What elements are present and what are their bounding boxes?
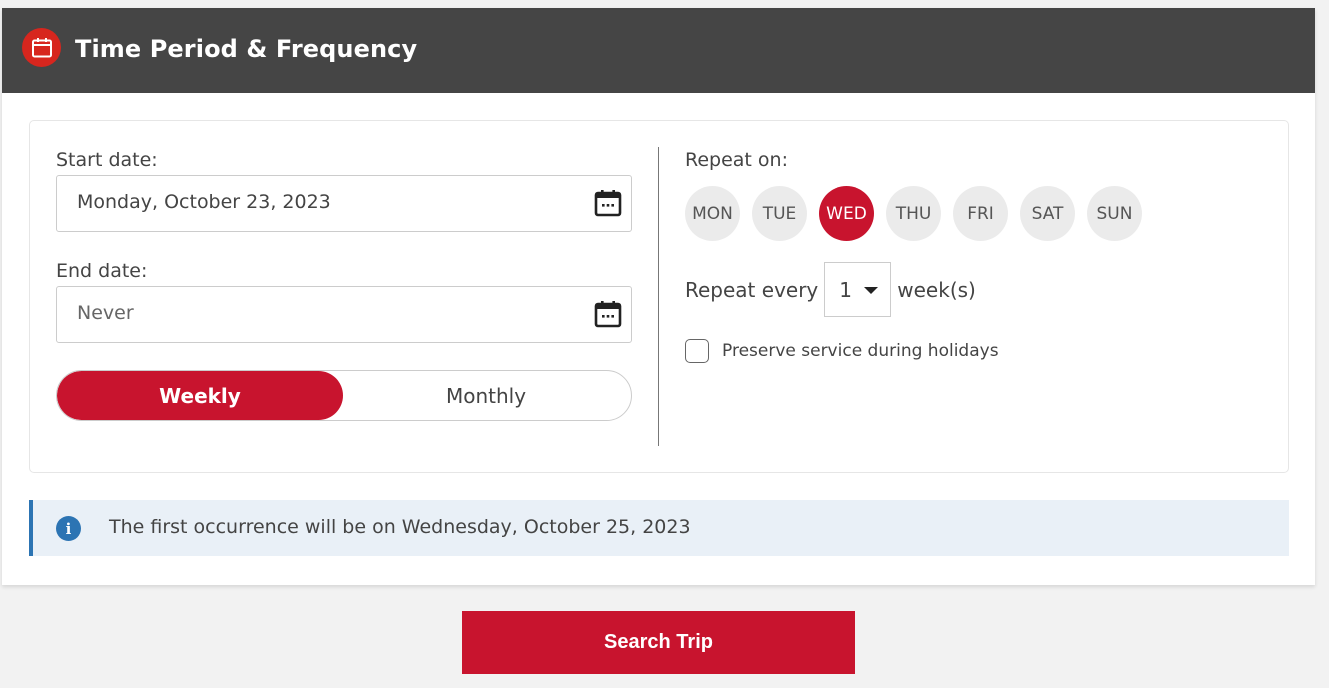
search-trip-button[interactable]: Search Trip xyxy=(462,611,855,674)
calendar-icon xyxy=(22,28,61,67)
info-message: The first occurrence will be on Wednesda… xyxy=(109,516,691,538)
repeat-every-row: Repeat every 1 week(s) xyxy=(685,262,976,317)
day-mon[interactable]: MON xyxy=(685,186,740,241)
repeat-interval-select[interactable]: 1 xyxy=(824,262,892,317)
repeat-every-label: Repeat every xyxy=(685,277,819,302)
card-header: Time Period & Frequency xyxy=(2,8,1315,93)
info-banner: i The first occurrence will be on Wednes… xyxy=(29,500,1289,556)
start-date-value: Monday, October 23, 2023 xyxy=(77,191,331,213)
section-title: Time Period & Frequency xyxy=(75,35,418,63)
day-selector: MON TUE WED THU FRI SAT SUN xyxy=(685,186,1142,241)
end-date-input[interactable]: Never xyxy=(56,286,632,343)
repeat-on-label: Repeat on: xyxy=(685,149,788,171)
start-date-input[interactable]: Monday, October 23, 2023 xyxy=(56,175,632,232)
preserve-holidays-row: Preserve service during holidays xyxy=(685,339,999,363)
time-period-card: Time Period & Frequency Start date: Mond… xyxy=(2,8,1315,585)
day-tue[interactable]: TUE xyxy=(752,186,807,241)
weekly-option[interactable]: Weekly xyxy=(57,371,343,420)
day-sat[interactable]: SAT xyxy=(1020,186,1075,241)
preserve-holidays-checkbox[interactable] xyxy=(685,339,709,363)
day-thu[interactable]: THU xyxy=(886,186,941,241)
start-date-label: Start date: xyxy=(56,149,158,171)
settings-panel: Start date: Monday, October 23, 2023 End… xyxy=(29,120,1289,473)
day-fri[interactable]: FRI xyxy=(953,186,1008,241)
info-icon: i xyxy=(56,516,81,541)
end-date-label: End date: xyxy=(56,260,148,282)
day-wed[interactable]: WED xyxy=(819,186,874,241)
calendar-icon[interactable] xyxy=(593,188,623,218)
day-sun[interactable]: SUN xyxy=(1087,186,1142,241)
vertical-divider xyxy=(658,147,659,446)
caret-down-icon xyxy=(864,287,879,294)
repeat-unit-label: week(s) xyxy=(897,277,976,302)
calendar-icon[interactable] xyxy=(593,299,623,329)
repeat-interval-value: 1 xyxy=(839,277,852,302)
frequency-toggle: Weekly Monthly xyxy=(56,370,632,421)
end-date-placeholder: Never xyxy=(77,302,134,324)
preserve-holidays-label[interactable]: Preserve service during holidays xyxy=(722,341,999,361)
monthly-option[interactable]: Monthly xyxy=(343,371,629,420)
